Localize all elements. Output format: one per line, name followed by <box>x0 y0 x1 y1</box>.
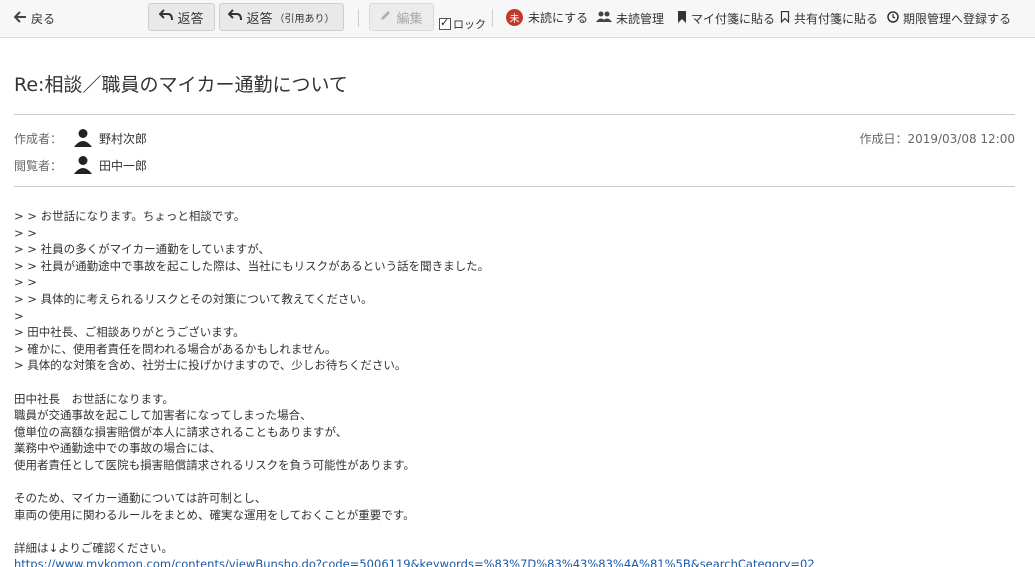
body-line <box>14 523 1019 540</box>
reply-label: 返答 <box>177 11 204 27</box>
lock-label: ロック <box>453 18 486 31</box>
divider <box>14 114 1015 115</box>
page-title: Re:相談／職員のマイカー通勤について <box>14 74 348 96</box>
created-date: 作成日：2019/03/08 12:00 <box>859 132 1015 146</box>
body-line: > > <box>14 225 37 240</box>
my-sticky-label: マイ付箋に貼る <box>691 12 776 26</box>
reply-icon <box>159 9 174 25</box>
author-label: 作成者： <box>14 132 63 146</box>
body-line: 使用者責任として医院も損害賠償請求されるリスクを負う可能性があります。 <box>14 457 416 472</box>
unread-badge-icon: 未 <box>506 9 523 26</box>
body-line: そのため、マイカー通勤については許可制とし、 <box>14 491 267 506</box>
body-line: 田中社長 お世話になります。 <box>14 391 174 406</box>
unread-manage-label: 未読管理 <box>616 12 665 26</box>
mark-unread-button[interactable]: 未 未読にする <box>506 9 588 26</box>
body-line: 車両の使用に関わるルールをまとめ、確実な運用をしておくことが重要です。 <box>14 507 415 522</box>
reply-quote-suffix: （引用あり） <box>274 13 335 25</box>
back-button[interactable]: 戻る <box>13 10 56 27</box>
divider <box>14 186 1015 187</box>
arrow-left-icon <box>13 11 27 26</box>
body-line: > > <box>14 275 37 290</box>
body-line: > > 社員の多くがマイカー通勤をしていますが、 <box>14 242 271 257</box>
users-icon <box>596 11 612 26</box>
body-line: > 具体的な対策を含め、社労士に投げかけますので、少しお待ちください。 <box>14 358 407 373</box>
edit-button[interactable]: 編集 <box>369 3 434 31</box>
body-line <box>14 374 1019 391</box>
reply-icon <box>228 9 243 25</box>
toolbar-divider <box>492 9 493 27</box>
deadline-label: 期限管理へ登録する <box>903 12 1012 26</box>
body-line: > <box>14 308 24 323</box>
shared-sticky-label: 共有付箋に貼る <box>794 12 879 26</box>
author-avatar-icon <box>73 127 93 147</box>
author-name[interactable]: 野村次郎 <box>99 130 147 147</box>
mark-unread-label: 未読にする <box>528 11 589 25</box>
shared-sticky-button[interactable]: 共有付箋に貼る <box>780 10 878 27</box>
viewer-name[interactable]: 田中一郎 <box>99 157 147 174</box>
body-line: > > 社員が通勤途中で事故を起こした際は、当社にもリスクがあるという話を聞きま… <box>14 258 490 273</box>
reply-button[interactable]: 返答 <box>148 3 215 31</box>
body-line: > > 具体的に考えられるリスクとその対策について教えてください。 <box>14 291 373 306</box>
body-line: > 田中社長、ご相談ありがとうございます。 <box>14 325 245 340</box>
body-line: 業務中や通勤途中での事故の場合には、 <box>14 441 221 456</box>
viewer-avatar-icon <box>73 154 93 174</box>
clock-icon <box>887 11 899 26</box>
pencil-icon <box>380 9 392 25</box>
body-line: 職員が交通事故を起こして加害者になってしまった場合、 <box>14 408 312 423</box>
reply-with-quote-button[interactable]: 返答 （引用あり） <box>219 3 344 31</box>
message-body: > > お世話になります。ちょっと相談です。 > > > > 社員の多くがマイカ… <box>14 208 1019 567</box>
back-label: 戻る <box>31 12 56 26</box>
edit-label: 編集 <box>396 11 423 27</box>
body-line: 詳細は↓よりご確認ください。 <box>14 540 173 555</box>
bookmark-icon <box>677 11 687 26</box>
lock-checkbox[interactable]: ロック <box>439 16 486 32</box>
my-sticky-button[interactable]: マイ付箋に貼る <box>677 10 775 27</box>
body-line: 億単位の高額な損害賠償が本人に請求されることもありますが、 <box>14 424 348 439</box>
unread-manage-button[interactable]: 未読管理 <box>596 10 664 27</box>
body-line <box>14 474 1019 491</box>
deadline-register-button[interactable]: 期限管理へ登録する <box>887 10 1011 27</box>
bookmark-outline-icon <box>780 10 790 26</box>
body-line: > 確かに、使用者責任を問われる場合があるかもしれません。 <box>14 341 337 356</box>
toolbar: 戻る 返答 返答 （引用あり） 編集 ロック 未 未読にする 未読管理 <box>0 0 1035 38</box>
detail-link[interactable]: https://www.mykomon.com/contents/viewBun… <box>14 557 815 567</box>
viewer-label: 閲覧者： <box>14 159 63 173</box>
reply-quote-label: 返答 <box>246 11 273 27</box>
toolbar-divider <box>358 9 359 27</box>
lock-checkbox-box[interactable] <box>439 16 451 30</box>
body-line: > > お世話になります。ちょっと相談です。 <box>14 209 246 223</box>
